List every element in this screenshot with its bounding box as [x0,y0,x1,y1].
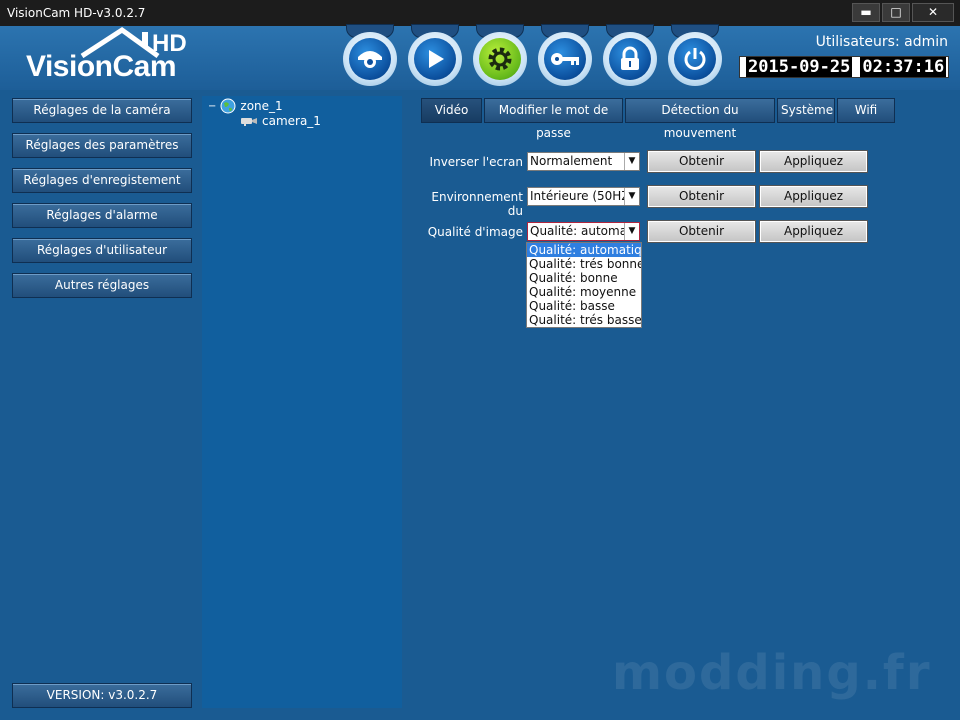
flip-screen-apply-button[interactable]: Appliquez [759,150,868,173]
environment-get-button[interactable]: Obtenir [647,185,756,208]
globe-icon [220,98,236,114]
tab-wifi[interactable]: Wifi [837,98,895,123]
current-user: Utilisateurs: admin [815,34,948,50]
tab-video[interactable]: Vidéo [421,98,482,123]
watermark: modding.fr [612,645,932,701]
dropdown-option[interactable]: Qualité: trés basse [527,313,641,327]
menu-camera-settings[interactable]: Réglages de la caméra [12,98,192,123]
window-title: VisionCam HD-v3.0.2.7 [7,6,146,20]
datetime-display: 2015-09-25 02:37:16 [739,56,949,78]
lock-icon [621,46,639,70]
time-value: 02:37:16 [860,57,947,77]
minimize-button[interactable]: ▬ [852,3,880,22]
key-icon [551,53,579,65]
environment-value: Intérieure (50HZ [530,189,630,203]
close-button[interactable]: ✕ [912,3,954,22]
environment-apply-button[interactable]: Appliquez [759,185,868,208]
camera-device-icon [241,118,257,126]
maximize-button[interactable]: □ [882,3,910,22]
nav-playback[interactable] [405,24,465,88]
image-quality-get-button[interactable]: Obtenir [647,220,756,243]
flip-screen-select[interactable]: Normalement ▼ [527,152,640,171]
menu-user-settings[interactable]: Réglages d'utilisateur [12,238,192,263]
nav-power[interactable] [665,24,725,88]
menu-recording-settings[interactable]: Réglages d'enregistement [12,168,192,193]
environment-label: Environnement du [431,190,523,218]
tree-node-zone[interactable]: − zone_1 [208,98,283,114]
camera-label: camera_1 [262,114,321,128]
camera-view-icon [358,51,382,68]
dropdown-option[interactable]: Qualité: bonne [527,271,641,285]
nav-live-view[interactable] [340,24,400,88]
tree-node-camera[interactable]: camera_1 [240,114,321,128]
dropdown-option[interactable]: Qualité: automatique [527,243,641,257]
image-quality-apply-button[interactable]: Appliquez [759,220,868,243]
menu-parameter-settings[interactable]: Réglages des paramètres [12,133,192,158]
chevron-down-icon[interactable]: ▼ [624,153,639,170]
flip-screen-value: Normalement [530,154,613,168]
power-icon [684,48,706,70]
dropdown-option[interactable]: Qualité: moyenne [527,285,641,299]
settings-menu: Réglages de la caméra Réglages des param… [12,98,192,308]
flip-screen-get-button[interactable]: Obtenir [647,150,756,173]
environment-select[interactable]: Intérieure (50HZ ▼ [527,187,640,206]
device-tree: − zone_1 camera_1 [202,96,402,708]
window-controls: ▬ □ ✕ [852,3,954,22]
version-label: VERSION: v3.0.2.7 [12,683,192,708]
image-quality-label: Qualité d'image [427,225,523,239]
visioncam-logo: HD VisionCam [24,26,204,86]
settings-icon [488,47,512,71]
title-bar: VisionCam HD-v3.0.2.7 ▬ □ ✕ [0,0,960,26]
dropdown-option[interactable]: Qualité: basse [527,299,641,313]
dropdown-option[interactable]: Qualité: trés bonne [527,257,641,271]
chevron-down-icon[interactable]: ▼ [624,188,639,205]
collapse-toggle-icon[interactable]: − [208,101,216,112]
tab-change-password[interactable]: Modifier le mot de passe [484,98,623,140]
nav-key[interactable] [535,24,595,88]
image-quality-dropdown: Qualité: automatique Qualité: trés bonne… [526,242,642,328]
nav-lock[interactable] [600,24,660,88]
main-nav [340,24,725,88]
menu-alarm-settings[interactable]: Réglages d'alarme [12,203,192,228]
app-header: HD VisionCam Utilisateurs: admin 2015-09… [0,24,960,90]
image-quality-select[interactable]: Qualité: automat ▼ [527,222,640,241]
tab-system[interactable]: Système [777,98,835,123]
date-value: 2015-09-25 [746,57,853,77]
chevron-down-icon[interactable]: ▼ [624,223,639,240]
flip-screen-label: Inverser l'ecran [429,155,523,169]
tab-motion-detection[interactable]: Détection du mouvement [625,98,775,140]
playback-icon [429,50,444,68]
zone-label: zone_1 [240,99,283,113]
menu-other-settings[interactable]: Autres réglages [12,273,192,298]
nav-settings[interactable] [470,24,530,88]
logo-name: VisionCam [26,50,177,83]
settings-tabs: Vidéo Modifier le mot de passe Détection… [421,98,895,140]
image-quality-value: Qualité: automat [530,224,632,238]
